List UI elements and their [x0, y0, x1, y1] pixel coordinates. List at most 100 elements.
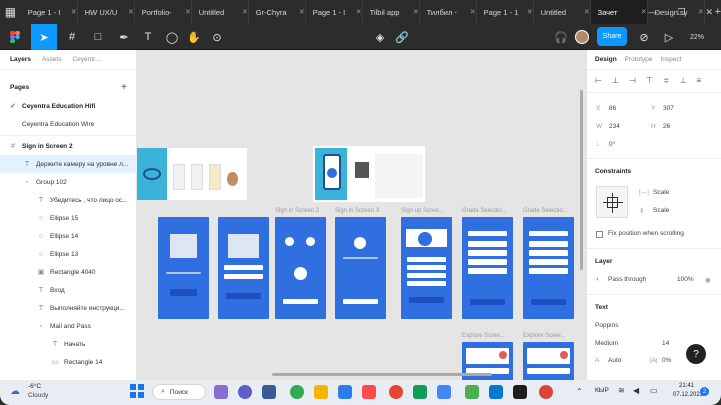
rectangle-tool-icon[interactable]: □: [88, 24, 108, 50]
app-icon[interactable]: [362, 385, 376, 399]
phone-frame[interactable]: [462, 217, 513, 319]
constraints-widget[interactable]: [596, 186, 628, 218]
frame-label[interactable]: Explore Scree...: [462, 333, 505, 339]
align-center-icon[interactable]: ⊥: [612, 76, 619, 85]
chrome-profile-icon[interactable]: [539, 385, 553, 399]
notification-badge[interactable]: 2: [700, 387, 709, 396]
frame-label[interactable]: Sign in Screen 3: [335, 208, 379, 214]
close-icon[interactable]: ✕: [641, 8, 647, 16]
x-input[interactable]: 86: [609, 105, 616, 112]
windows-start-icon[interactable]: [130, 384, 146, 400]
layer-item[interactable]: T Выполняйте инструкци...: [0, 299, 137, 317]
tab-prototype[interactable]: Prototype: [625, 56, 653, 63]
tab-inspect[interactable]: Inspect: [661, 56, 682, 63]
frame-label[interactable]: Grade Selectio...: [523, 208, 568, 214]
phone-frame[interactable]: [401, 217, 452, 319]
taskbar-search[interactable]: ⌕ Поиск: [152, 384, 206, 400]
browser-tab[interactable]: Page 1 - I ✕: [21, 0, 78, 24]
blend-mode-select[interactable]: Pass through: [608, 276, 646, 283]
tab-layers[interactable]: Layers: [10, 56, 31, 63]
app-icon[interactable]: [465, 385, 479, 399]
layer-frame[interactable]: # Sign in Screen 2: [0, 137, 137, 155]
close-icon[interactable]: ✕: [470, 8, 476, 16]
browser-tab-active[interactable]: Зачет ✕: [590, 0, 648, 24]
browser-tab[interactable]: Тилбил - ✕: [420, 0, 477, 24]
close-icon[interactable]: ✕: [413, 8, 419, 16]
browser-tab[interactable]: Gr-Chyra ✕: [249, 0, 306, 24]
line-height-input[interactable]: Auto: [608, 357, 621, 364]
page-item[interactable]: Ceyentra Education Wire: [0, 115, 137, 133]
text-tool-icon[interactable]: T: [140, 24, 156, 50]
align-bottom-icon[interactable]: ⊥: [680, 76, 687, 85]
zoom-level[interactable]: 22%: [690, 24, 704, 50]
layer-item[interactable]: T Начать: [0, 335, 137, 353]
canvas[interactable]: Sign in Screen 2 Sign in Screen 3 Sign u…: [137, 50, 586, 380]
vscode-icon[interactable]: [489, 385, 503, 399]
layer-item[interactable]: ▫ Mail and Pass: [0, 317, 137, 335]
phone-frame[interactable]: [335, 217, 386, 319]
horizontal-constraint-select[interactable]: Scale: [653, 189, 669, 196]
browser-tab[interactable]: HW UX/U ✕: [78, 0, 135, 24]
comment-tool-icon[interactable]: ◯: [164, 24, 180, 50]
phone-frame[interactable]: [275, 217, 326, 319]
rotation-input[interactable]: 0°: [609, 141, 615, 148]
tab-design[interactable]: Design: [595, 56, 617, 63]
close-icon[interactable]: ✕: [584, 8, 590, 16]
component-icon[interactable]: ◈: [372, 24, 388, 50]
layer-item[interactable]: ▫ Group 102: [0, 173, 137, 191]
clock-time[interactable]: 21:41: [679, 383, 694, 389]
task-view-icon[interactable]: [214, 385, 228, 399]
weather-temperature[interactable]: -6°C: [28, 383, 41, 390]
distribute-icon[interactable]: ≡: [697, 76, 702, 85]
close-icon[interactable]: ✕: [128, 8, 134, 16]
layer-item[interactable]: ○ Ellipse 13: [0, 245, 137, 263]
layer-item[interactable]: T Вход: [0, 281, 137, 299]
phone-frame[interactable]: [158, 217, 209, 319]
move-tool-icon[interactable]: ➤: [31, 24, 57, 50]
align-right-icon[interactable]: ⊣: [629, 76, 636, 85]
link-icon[interactable]: 🔗: [394, 24, 410, 50]
language-indicator[interactable]: КЫР: [595, 387, 609, 394]
present-icon[interactable]: ▷: [662, 24, 676, 50]
minimize-icon[interactable]: —: [648, 7, 657, 17]
layer-item[interactable]: T Держите камеру на уровне л...: [0, 155, 137, 173]
font-family-select[interactable]: Poppins: [595, 322, 619, 329]
w-input[interactable]: 234: [609, 123, 620, 130]
close-icon[interactable]: ✕: [527, 8, 533, 16]
headphones-icon[interactable]: 🎧: [553, 24, 569, 50]
app-icon[interactable]: [413, 385, 427, 399]
browser-tab[interactable]: Portfolio- ✕: [135, 0, 192, 24]
app-menu-icon[interactable]: ▦: [0, 0, 21, 24]
clock-date[interactable]: 07.12.2022: [673, 392, 703, 398]
eye-icon[interactable]: ◉: [705, 276, 711, 284]
resources-icon[interactable]: ⊙: [209, 24, 225, 50]
align-left-icon[interactable]: ⊢: [595, 76, 602, 85]
share-button[interactable]: Share: [597, 27, 627, 46]
browser-tab[interactable]: Untitled ✕: [192, 0, 249, 24]
add-page-icon[interactable]: +: [121, 82, 127, 93]
tray-chevron-icon[interactable]: ⌃: [576, 387, 583, 396]
page-item[interactable]: ✓ Ceyentra Education Hifi: [0, 97, 137, 115]
chrome-icon[interactable]: [290, 385, 304, 399]
figma-app-icon[interactable]: [513, 385, 527, 399]
layer-item[interactable]: ▣ Rectangle 4040: [0, 263, 137, 281]
file-explorer-icon[interactable]: [314, 385, 328, 399]
battery-icon[interactable]: ▭: [650, 386, 658, 395]
frame-label[interactable]: Explore Scree...: [523, 333, 566, 339]
weather-icon[interactable]: ☁: [10, 386, 20, 397]
wifi-icon[interactable]: ≋: [618, 386, 625, 395]
frame-label[interactable]: Grade Selectio...: [462, 208, 507, 214]
dev-mode-icon[interactable]: ⊘: [637, 24, 651, 50]
opacity-input[interactable]: 100%: [677, 276, 694, 283]
browser-tab[interactable]: Page 1 - I ✕: [306, 0, 363, 24]
close-icon[interactable]: ✕: [71, 8, 77, 16]
hand-tool-icon[interactable]: ✋: [186, 24, 202, 50]
avatar[interactable]: [575, 30, 589, 44]
volume-icon[interactable]: ◀: [633, 386, 639, 395]
new-tab-icon[interactable]: +: [715, 6, 721, 18]
align-top-icon[interactable]: ⊤: [646, 76, 653, 85]
h-input[interactable]: 26: [663, 123, 670, 130]
app-icon[interactable]: [437, 385, 451, 399]
phone-frame[interactable]: [218, 217, 269, 319]
close-icon[interactable]: ✕: [242, 8, 248, 16]
